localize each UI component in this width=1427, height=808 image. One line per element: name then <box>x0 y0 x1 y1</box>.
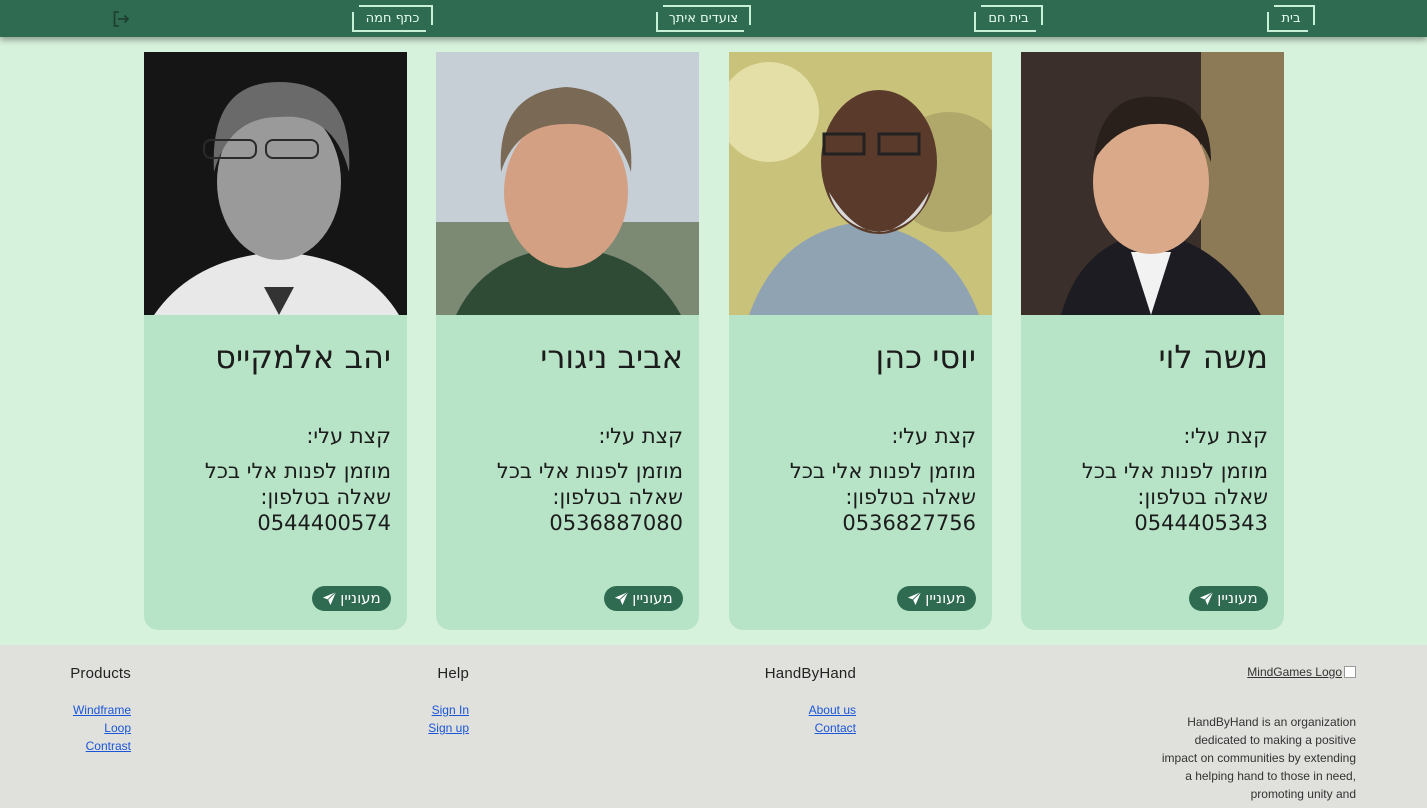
interested-button-label: מעוניין <box>925 589 966 607</box>
footer-link-contact[interactable]: Contact <box>765 719 856 737</box>
about-description: מוזמן לפנות אלי בכל שאלה בטלפון: <box>496 459 683 509</box>
mentor-photo <box>144 52 407 315</box>
about-text: מוזמן לפנות אלי בכל שאלה בטלפון: 0536827… <box>756 458 976 536</box>
phone-number: 0536887080 <box>549 511 683 535</box>
interested-button-label: מעוניין <box>340 589 381 607</box>
mentor-name: אביב ניגורי <box>540 338 683 376</box>
broken-image-icon <box>1344 666 1356 678</box>
mentor-photo <box>1021 52 1284 315</box>
mentor-name: יוסי כהן <box>875 338 976 376</box>
send-icon <box>1200 591 1214 606</box>
about-label: קצת עלי: <box>1183 424 1268 448</box>
mentor-name: יהב אלמקייס <box>215 338 391 376</box>
phone-number: 0536827756 <box>842 511 976 535</box>
logout-icon[interactable] <box>112 10 130 28</box>
footer-products-title: Products <box>70 665 131 682</box>
phone-number: 0544400574 <box>257 511 391 535</box>
send-icon <box>615 591 629 606</box>
nav-home[interactable]: בית <box>1267 5 1315 32</box>
nav-warm-home[interactable]: בית חם <box>974 5 1043 32</box>
footer-products-column: Products Windframe Loop Contrast <box>70 665 131 755</box>
footer-link-sign-in[interactable]: Sign In <box>428 701 469 719</box>
about-text: מוזמן לפנות אלי בכל שאלה בטלפון: 0544405… <box>1048 458 1268 536</box>
about-description: מוזמן לפנות אלי בכל שאלה בטלפון: <box>1081 459 1268 509</box>
interested-button-label: מעוניין <box>632 589 673 607</box>
interested-button[interactable]: מעוניין <box>1189 586 1268 611</box>
send-icon <box>908 591 922 606</box>
footer-link-about-us[interactable]: About us <box>765 701 856 719</box>
about-label: קצת עלי: <box>891 424 976 448</box>
mentor-card: אביב ניגורי קצת עלי: מוזמן לפנות אלי בכל… <box>436 52 699 630</box>
mentor-card: משה לוי קצת עלי: מוזמן לפנות אלי בכל שאל… <box>1021 52 1284 630</box>
interested-button[interactable]: מעוניין <box>604 586 683 611</box>
footer-logo-alt-text: MindGames Logo <box>1247 665 1342 679</box>
footer-link-sign-up[interactable]: Sign up <box>428 719 469 737</box>
footer-link-windframe[interactable]: Windframe <box>70 701 131 719</box>
about-text: מוזמן לפנות אלי בכל שאלה בטלפון: 0536887… <box>463 458 683 536</box>
phone-number: 0544405343 <box>1134 511 1268 535</box>
footer: Products Windframe Loop Contrast Help Si… <box>0 645 1427 808</box>
send-icon <box>323 591 337 606</box>
top-navbar: כתף חמה צועדים איתך בית חם בית <box>0 0 1427 37</box>
interested-button-label: מעוניין <box>1217 589 1258 607</box>
about-description: מוזמן לפנות אלי בכל שאלה בטלפון: <box>204 459 391 509</box>
footer-help-column: Help Sign In Sign up <box>428 665 469 737</box>
about-text: מוזמן לפנות אלי בכל שאלה בטלפון: 0544400… <box>171 458 391 536</box>
mentor-card: יוסי כהן קצת עלי: מוזמן לפנות אלי בכל שא… <box>729 52 992 630</box>
mentor-name: משה לוי <box>1158 338 1268 376</box>
footer-link-loop[interactable]: Loop <box>70 719 131 737</box>
footer-link-contrast[interactable]: Contrast <box>70 737 131 755</box>
interested-button[interactable]: מעוניין <box>897 586 976 611</box>
footer-logo[interactable]: MindGames Logo <box>1247 665 1356 679</box>
about-label: קצת עלי: <box>306 424 391 448</box>
about-label: קצת עלי: <box>598 424 683 448</box>
mentor-photo <box>729 52 992 315</box>
mentor-photo <box>436 52 699 315</box>
footer-description: HandByHand is an organization dedicated … <box>1161 715 1356 801</box>
interested-button[interactable]: מעוניין <box>312 586 391 611</box>
nav-warm-shoulder[interactable]: כתף חמה <box>352 5 433 32</box>
mentor-card: יהב אלמקייס קצת עלי: מוזמן לפנות אלי בכל… <box>144 52 407 630</box>
nav-walking-with-you[interactable]: צועדים איתך <box>656 5 751 32</box>
footer-help-title: Help <box>437 665 469 682</box>
footer-handbyhand-column: HandByHand About us Contact <box>765 665 856 737</box>
about-description: מוזמן לפנות אלי בכל שאלה בטלפון: <box>789 459 976 509</box>
footer-handbyhand-title: HandByHand <box>764 665 856 682</box>
